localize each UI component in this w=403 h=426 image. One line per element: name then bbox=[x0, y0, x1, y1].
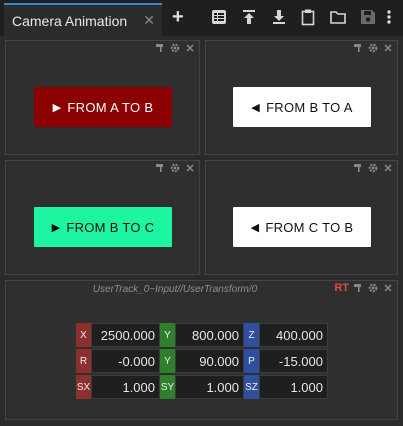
field-label: R bbox=[76, 349, 91, 373]
transform-panel: UserTrack_0~Input//UserTransform/0 RT X … bbox=[5, 280, 398, 420]
rotation-roll-field: R -0.000 bbox=[76, 349, 160, 373]
close-icon[interactable] bbox=[185, 43, 195, 53]
field-label: SX bbox=[76, 375, 91, 399]
from-a-to-b-button[interactable]: ▶ FROM A TO B bbox=[34, 87, 172, 127]
scale-x-field: SX 1.000 bbox=[76, 375, 160, 399]
rt-toggle[interactable]: RT bbox=[334, 282, 349, 294]
field-label: Y bbox=[160, 323, 175, 347]
gear-icon[interactable] bbox=[170, 163, 180, 173]
play-left-icon: ◀ bbox=[250, 221, 260, 234]
tab-bar: Camera Animation ✕ + bbox=[0, 0, 403, 36]
gear-icon[interactable] bbox=[368, 283, 378, 293]
button-label: FROM C TO B bbox=[265, 219, 354, 235]
play-right-icon: ▶ bbox=[52, 101, 62, 114]
close-icon[interactable] bbox=[383, 43, 393, 53]
field-label: SZ bbox=[244, 375, 259, 399]
scale-y-field: SY 1.000 bbox=[160, 375, 244, 399]
button-label: FROM B TO C bbox=[66, 219, 155, 235]
field-label: X bbox=[76, 323, 91, 347]
button-panel-2: ◀ FROM B TO A bbox=[205, 40, 398, 155]
position-x-field: X 2500.000 bbox=[76, 323, 160, 347]
play-right-icon: ▶ bbox=[51, 221, 61, 234]
folder-icon[interactable] bbox=[329, 8, 347, 26]
position-x-input[interactable]: 2500.000 bbox=[91, 323, 160, 347]
rotation-roll-input[interactable]: -0.000 bbox=[91, 349, 160, 373]
close-icon[interactable] bbox=[383, 283, 393, 293]
field-label: Y bbox=[160, 349, 175, 373]
track-path: UserTrack_0~Input//UserTransform/0 bbox=[92, 284, 258, 295]
gear-icon[interactable] bbox=[368, 43, 378, 53]
add-tab-icon[interactable]: + bbox=[172, 6, 184, 28]
field-label: Z bbox=[244, 323, 259, 347]
from-c-to-b-button[interactable]: ◀ FROM C TO B bbox=[233, 207, 371, 247]
close-tab-icon[interactable]: ✕ bbox=[143, 13, 155, 27]
paint-roller-icon[interactable] bbox=[353, 283, 363, 293]
scale-x-input[interactable]: 1.000 bbox=[91, 375, 160, 399]
paint-roller-icon[interactable] bbox=[353, 163, 363, 173]
from-b-to-c-button[interactable]: ▶ FROM B TO C bbox=[34, 207, 172, 247]
rotation-pitch-input[interactable]: -15.000 bbox=[259, 349, 328, 373]
position-z-field: Z 400.000 bbox=[244, 323, 328, 347]
gear-icon[interactable] bbox=[170, 43, 180, 53]
scale-z-field: SZ 1.000 bbox=[244, 375, 328, 399]
scale-y-input[interactable]: 1.000 bbox=[175, 375, 244, 399]
paint-roller-icon[interactable] bbox=[155, 43, 165, 53]
rotation-pitch-field: P -15.000 bbox=[244, 349, 328, 373]
download-icon[interactable] bbox=[270, 8, 288, 26]
button-label: FROM A TO B bbox=[67, 99, 154, 115]
tab-camera-animation[interactable]: Camera Animation ✕ bbox=[4, 3, 162, 36]
from-b-to-a-button[interactable]: ◀ FROM B TO A bbox=[233, 87, 371, 127]
save-icon[interactable] bbox=[359, 8, 377, 26]
more-vertical-icon[interactable] bbox=[383, 8, 395, 26]
button-panel-3: ▶ FROM B TO C bbox=[5, 160, 200, 275]
play-left-icon: ◀ bbox=[251, 101, 261, 114]
position-z-input[interactable]: 400.000 bbox=[259, 323, 328, 347]
clipboard-icon[interactable] bbox=[299, 8, 317, 26]
position-y-input[interactable]: 800.000 bbox=[175, 323, 244, 347]
button-panel-4: ◀ FROM C TO B bbox=[205, 160, 398, 275]
paint-roller-icon[interactable] bbox=[155, 163, 165, 173]
field-label: SY bbox=[160, 375, 175, 399]
tab-title: Camera Animation bbox=[12, 12, 128, 29]
scale-z-input[interactable]: 1.000 bbox=[259, 375, 328, 399]
position-y-field: Y 800.000 bbox=[160, 323, 244, 347]
paint-roller-icon[interactable] bbox=[353, 43, 363, 53]
rotation-yaw-field: Y 90.000 bbox=[160, 349, 244, 373]
button-panel-1: ▶ FROM A TO B bbox=[5, 40, 200, 155]
grid-view-icon[interactable] bbox=[210, 8, 228, 26]
gear-icon[interactable] bbox=[368, 163, 378, 173]
field-label: P bbox=[244, 349, 259, 373]
button-label: FROM B TO A bbox=[266, 99, 353, 115]
close-icon[interactable] bbox=[185, 163, 195, 173]
rotation-yaw-input[interactable]: 90.000 bbox=[175, 349, 244, 373]
upload-icon[interactable] bbox=[240, 8, 258, 26]
close-icon[interactable] bbox=[383, 163, 393, 173]
